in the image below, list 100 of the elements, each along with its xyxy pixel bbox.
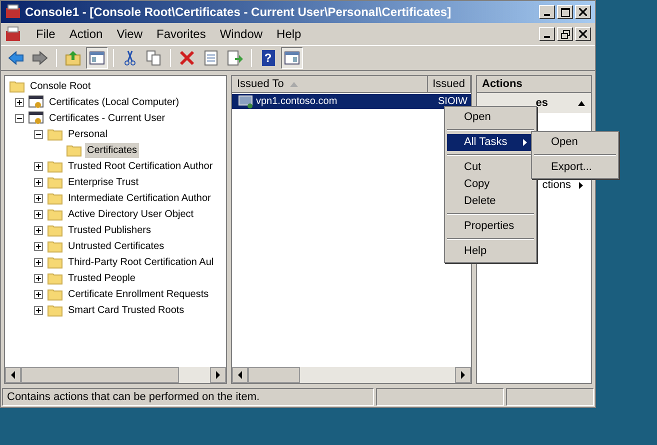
actions-header: Actions <box>477 76 591 93</box>
column-header[interactable]: Issued To <box>232 76 428 93</box>
scroll-left-button[interactable] <box>232 367 248 383</box>
scroll-right-button[interactable] <box>455 367 471 383</box>
tree-item[interactable]: Enterprise Trust <box>66 174 141 190</box>
help-button[interactable]: ? <box>257 47 279 69</box>
scroll-thumb[interactable] <box>248 367 300 383</box>
certificate-key-icon <box>238 94 254 108</box>
right-arrow-icon <box>460 371 466 379</box>
maximize-button[interactable] <box>557 5 573 19</box>
toolbox-icon <box>5 4 21 20</box>
close-icon <box>579 30 587 38</box>
tree-item[interactable]: Intermediate Certification Author <box>66 190 213 206</box>
folder-icon <box>47 239 63 253</box>
tree-item[interactable]: Trusted Publishers <box>66 222 153 238</box>
section-title: es <box>536 96 548 111</box>
menu-item[interactable]: Export... <box>534 159 616 176</box>
folder-icon <box>47 223 63 237</box>
back-arrow-icon <box>8 50 24 66</box>
collapse-icon[interactable] <box>34 130 43 138</box>
tree-item[interactable]: Certificates - Current User <box>47 110 168 126</box>
folder-icon <box>47 271 63 285</box>
menu-item[interactable]: File <box>29 25 62 43</box>
menu-item[interactable]: Delete <box>447 193 534 210</box>
expand-icon[interactable] <box>34 242 43 250</box>
copy-icon <box>146 50 162 66</box>
maximize-icon <box>560 8 570 16</box>
folder-icon <box>47 255 63 269</box>
expand-icon[interactable] <box>34 178 43 186</box>
pane-icon <box>284 50 300 66</box>
menu-item[interactable]: Window <box>212 25 270 43</box>
horizontal-scrollbar[interactable] <box>5 367 226 383</box>
scroll-thumb[interactable] <box>21 367 179 383</box>
expand-icon[interactable] <box>34 274 43 282</box>
expand-icon[interactable] <box>34 194 43 202</box>
close-button[interactable] <box>575 27 591 41</box>
folder-icon <box>9 79 25 93</box>
scroll-right-button[interactable] <box>210 367 226 383</box>
menu-item[interactable]: Properties <box>447 218 534 235</box>
folder-icon <box>47 175 63 189</box>
menu-item[interactable]: Help <box>270 25 308 43</box>
folder-icon <box>47 207 63 221</box>
pane-icon <box>89 50 105 66</box>
tree-item[interactable]: Smart Card Trusted Roots <box>66 302 186 318</box>
tree-item[interactable]: Trusted People <box>66 270 138 286</box>
left-arrow-icon <box>10 371 16 379</box>
menu-item[interactable]: Open <box>534 134 616 151</box>
tree-item[interactable]: Personal <box>66 126 110 142</box>
folder-icon <box>66 143 82 157</box>
folder-icon <box>47 191 63 205</box>
help-icon: ? <box>262 50 274 66</box>
menu-item[interactable]: Action <box>62 25 110 43</box>
tree-item[interactable]: Untrusted Certificates <box>66 238 166 254</box>
menu-item[interactable]: Favorites <box>150 25 213 43</box>
document-icon <box>203 50 219 66</box>
submenu-arrow-icon <box>523 139 527 146</box>
list-row[interactable]: vpn1.contoso.com SIOIW <box>232 94 471 109</box>
menu-item[interactable]: All Tasks <box>447 134 534 151</box>
scroll-left-button[interactable] <box>5 367 21 383</box>
toolbox-icon <box>5 26 21 42</box>
menu-item[interactable]: View <box>110 25 150 43</box>
tree-item[interactable]: Active Directory User Object <box>66 206 196 222</box>
cell-text: vpn1.contoso.com <box>256 95 338 109</box>
partly-hidden-action-link[interactable]: ctions <box>542 176 571 194</box>
expand-icon[interactable] <box>34 306 43 314</box>
tree-item[interactable]: Certificates <box>85 142 140 158</box>
horizontal-scrollbar[interactable] <box>232 367 471 383</box>
right-arrow-icon <box>215 371 221 379</box>
folder-icon <box>47 159 63 173</box>
certificate-icon <box>28 110 44 126</box>
column-header[interactable]: Issued <box>428 76 471 93</box>
expand-icon[interactable] <box>34 210 43 218</box>
restore-button[interactable] <box>557 27 573 41</box>
certificate-icon <box>28 94 44 110</box>
scissors-icon <box>122 50 138 66</box>
tree-item[interactable]: Console Root <box>28 78 93 94</box>
show-hide-action-pane-button[interactable] <box>281 47 303 69</box>
delete-icon <box>179 50 195 66</box>
minimize-button[interactable] <box>539 5 555 19</box>
show-hide-tree-button[interactable] <box>86 47 108 69</box>
menu-item[interactable]: Help <box>447 243 534 260</box>
tree-item[interactable]: Certificates (Local Computer) <box>47 94 182 110</box>
expand-icon[interactable] <box>34 226 43 234</box>
collapse-icon[interactable] <box>15 114 24 122</box>
close-icon <box>579 8 587 16</box>
tree-item[interactable]: Certificate Enrollment Requests <box>66 286 211 302</box>
export-list-icon <box>227 50 243 66</box>
menu-item[interactable]: Copy <box>447 176 534 193</box>
expand-icon[interactable] <box>34 290 43 298</box>
minimize-button[interactable] <box>539 27 555 41</box>
folder-icon <box>47 287 63 301</box>
expand-icon[interactable] <box>15 98 24 106</box>
expand-icon[interactable] <box>34 258 43 266</box>
tree-item[interactable]: Trusted Root Certification Author <box>66 158 215 174</box>
menu-item[interactable]: Cut <box>447 159 534 176</box>
forward-arrow-icon <box>32 50 48 66</box>
tree-item[interactable]: Third-Party Root Certification Aul <box>66 254 216 270</box>
expand-icon[interactable] <box>34 162 43 170</box>
close-button[interactable] <box>575 5 591 19</box>
submenu-arrow-icon <box>579 182 583 188</box>
